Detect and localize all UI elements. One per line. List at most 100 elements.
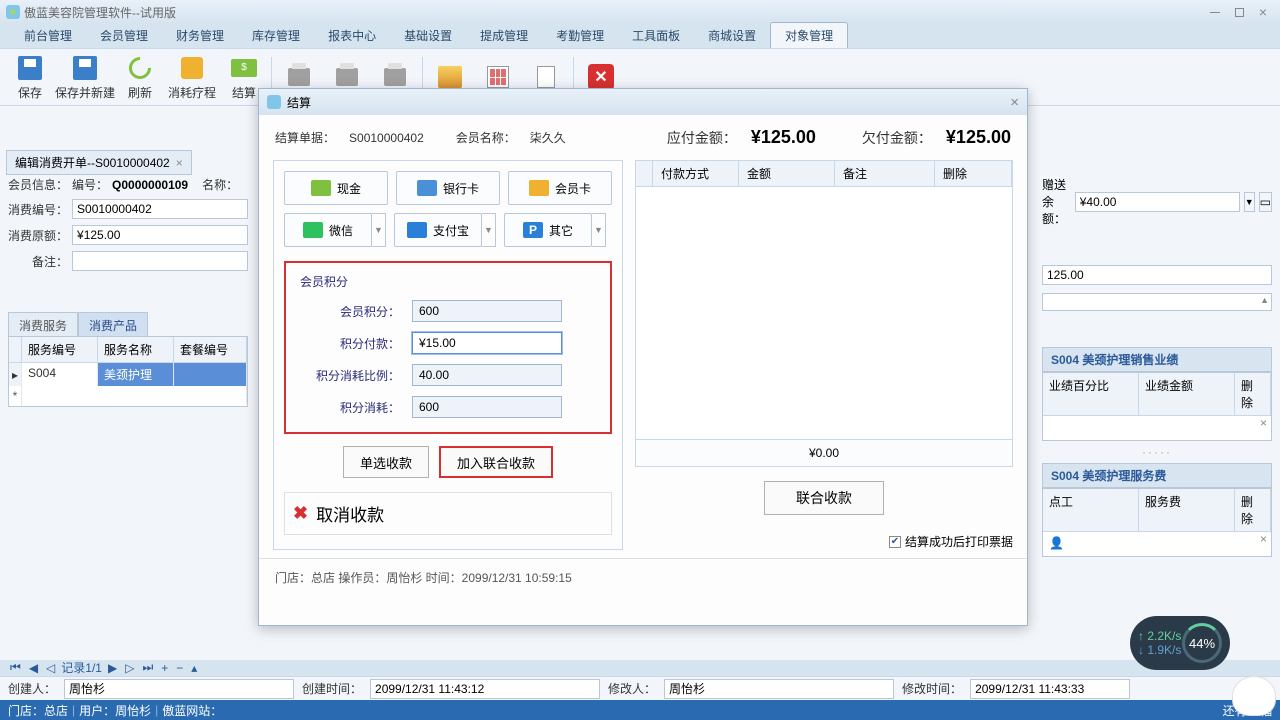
menu-basic[interactable]: 基础设置 bbox=[390, 23, 466, 48]
tool-print-2[interactable] bbox=[323, 63, 371, 91]
single-collect-button[interactable]: 单选收款 bbox=[343, 446, 429, 478]
tool-doc[interactable] bbox=[522, 63, 570, 91]
sales-panel-title: S004 美颈护理销售业绩 bbox=[1042, 347, 1272, 372]
info-bar: 创建人： 创建时间： 修改人： 修改时间： bbox=[0, 676, 1280, 700]
menu-report[interactable]: 报表中心 bbox=[314, 23, 390, 48]
tool-save-new[interactable]: 保存并新建 bbox=[54, 54, 116, 101]
delete-row-icon[interactable]: × bbox=[1260, 416, 1267, 430]
amount-input[interactable] bbox=[72, 225, 248, 245]
tool-print-1[interactable] bbox=[275, 63, 323, 91]
alipay-dropdown-icon[interactable]: ▼ bbox=[482, 213, 496, 247]
minimize-button[interactable] bbox=[1204, 4, 1226, 20]
dialog-header: 结算单据： S0010000402 会员名称： 柒久久 应付金额： ¥125.0… bbox=[259, 115, 1027, 160]
mtime-input[interactable] bbox=[970, 679, 1130, 699]
cancel-collect-button[interactable]: ✖ 取消收款 bbox=[284, 492, 612, 535]
tool-new[interactable] bbox=[426, 63, 474, 91]
points-ratio-input[interactable] bbox=[412, 364, 562, 386]
right-panel: 赠送余额： ▼ ▭ ▲ S004 美颈护理销售业绩 业绩百分比 业绩金额 删除 … bbox=[1042, 176, 1272, 557]
main-menu: 前台管理 会员管理 财务管理 库存管理 报表中心 基础设置 提成管理 考勤管理 … bbox=[0, 24, 1280, 48]
points-balance-input[interactable] bbox=[412, 300, 562, 322]
service-table: 服务编号 服务名称 套餐编号 ▸ S004 美颈护理 * bbox=[8, 336, 248, 407]
ctime-input[interactable] bbox=[370, 679, 600, 699]
dropdown-icon[interactable]: ▼ bbox=[1244, 192, 1255, 212]
menu-stock[interactable]: 库存管理 bbox=[238, 23, 314, 48]
menu-finance[interactable]: 财务管理 bbox=[162, 23, 238, 48]
points-consume-input[interactable] bbox=[412, 396, 562, 418]
menu-commission[interactable]: 提成管理 bbox=[466, 23, 542, 48]
delete-row-icon[interactable]: × bbox=[1260, 532, 1267, 546]
points-pay-input[interactable] bbox=[412, 332, 562, 354]
document-tab-label: 编辑消费开单--S0010000402 bbox=[15, 154, 170, 171]
table-row[interactable]: ▸ S004 美颈护理 bbox=[9, 363, 247, 386]
nav-edit-icon[interactable]: ▴ bbox=[189, 661, 199, 675]
wechat-dropdown-icon[interactable]: ▼ bbox=[372, 213, 386, 247]
add-combo-collect-button[interactable]: 加入联合收款 bbox=[439, 446, 553, 478]
menu-member[interactable]: 会员管理 bbox=[86, 23, 162, 48]
nav-first-icon[interactable]: ⏮ bbox=[8, 660, 23, 675]
nav-del-icon[interactable]: − bbox=[174, 661, 185, 675]
worker-icon[interactable]: 👤 bbox=[1049, 536, 1064, 550]
menu-mall[interactable]: 商城设置 bbox=[694, 23, 770, 48]
sub-tabs: 消费服务 消费产品 bbox=[8, 312, 148, 339]
dialog-footer: 门店：总店 操作员：周怡杉 时间：2099/12/31 10:59:15 bbox=[259, 558, 1027, 596]
fee-table: 点工 服务费 删除 👤 × bbox=[1042, 488, 1272, 557]
nav-last-icon[interactable]: ⏭ bbox=[140, 660, 155, 675]
title-bar: 傲蓝美容院管理软件--试用版 × bbox=[0, 0, 1280, 24]
modifier-input[interactable] bbox=[664, 679, 894, 699]
tool-print-3[interactable] bbox=[371, 63, 419, 91]
speed-widget[interactable]: ↑ 2.2K/s ↓ 1.9K/s 44% bbox=[1130, 616, 1230, 670]
menu-front[interactable]: 前台管理 bbox=[10, 23, 86, 48]
nav-prev-icon[interactable]: ◀ bbox=[27, 661, 40, 675]
remark-input[interactable] bbox=[72, 251, 248, 271]
app-title: 傲蓝美容院管理软件--试用版 bbox=[24, 4, 176, 21]
menu-attendance[interactable]: 考勤管理 bbox=[542, 23, 618, 48]
pay-cash-button[interactable]: 现金 bbox=[284, 171, 388, 205]
mascot-icon[interactable] bbox=[1232, 676, 1276, 716]
dlg-member: 柒久久 bbox=[530, 129, 566, 146]
speed-ring-icon: 44% bbox=[1182, 623, 1222, 663]
menu-object[interactable]: 对象管理 bbox=[770, 22, 848, 48]
tool-course[interactable]: 消耗疗程 bbox=[164, 54, 220, 101]
fee-panel-title: S004 美颈护理服务费 bbox=[1042, 463, 1272, 488]
dialog-close-button[interactable]: × bbox=[1010, 94, 1019, 111]
pay-wechat-button[interactable]: 微信 bbox=[284, 213, 372, 247]
document-tab[interactable]: 编辑消费开单--S0010000402 × bbox=[6, 150, 192, 175]
gift-balance-input[interactable] bbox=[1075, 192, 1240, 212]
subtab-service[interactable]: 消费服务 bbox=[8, 312, 78, 339]
dlg-owed: ¥125.00 bbox=[946, 127, 1011, 148]
creator-input[interactable] bbox=[64, 679, 294, 699]
bill-no-input[interactable] bbox=[72, 199, 248, 219]
close-window-button[interactable]: × bbox=[1252, 4, 1274, 20]
document-tab-close-icon[interactable]: × bbox=[176, 156, 183, 170]
dialog-title: 结算 bbox=[287, 94, 311, 111]
card-icon[interactable]: ▭ bbox=[1259, 192, 1272, 212]
app-logo-icon bbox=[6, 5, 20, 19]
print-label: 结算成功后打印票据 bbox=[905, 533, 1013, 550]
pay-bank-button[interactable]: 银行卡 bbox=[396, 171, 500, 205]
nav-add-icon[interactable]: + bbox=[159, 661, 170, 675]
tool-refresh[interactable]: 刷新 bbox=[116, 54, 164, 101]
sales-table: 业绩百分比 业绩金额 删除 × bbox=[1042, 372, 1272, 441]
tool-calendar[interactable] bbox=[474, 63, 522, 91]
print-checkbox[interactable]: ✔ bbox=[889, 536, 901, 548]
nav-next2-icon[interactable]: ▷ bbox=[123, 661, 136, 675]
tool-save[interactable]: 保存 bbox=[6, 54, 54, 101]
spinner-up-icon[interactable]: ▲ bbox=[1260, 295, 1269, 305]
tool-close[interactable]: ✕ bbox=[577, 63, 625, 91]
nav-prev2-icon[interactable]: ◁ bbox=[44, 661, 57, 675]
menu-tool[interactable]: 工具面板 bbox=[618, 23, 694, 48]
maximize-button[interactable] bbox=[1228, 4, 1250, 20]
pay-alipay-button[interactable]: 支付宝 bbox=[394, 213, 482, 247]
dialog-right: 付款方式 金额 备注 删除 ¥0.00 联合收款 ✔ 结算成功后打印票据 bbox=[635, 160, 1013, 550]
value-125-input[interactable] bbox=[1042, 265, 1272, 285]
pay-other-button[interactable]: P其它 bbox=[504, 213, 592, 247]
dlg-due: ¥125.00 bbox=[751, 127, 816, 148]
table-row-new[interactable]: * bbox=[9, 386, 247, 406]
other-dropdown-icon[interactable]: ▼ bbox=[592, 213, 606, 247]
subtab-product[interactable]: 消费产品 bbox=[78, 312, 148, 339]
dialog-left: 现金 银行卡 会员卡 微信▼ 支付宝▼ P其它▼ 会员积分 会员积分： 积分付款… bbox=[273, 160, 623, 550]
pay-card-button[interactable]: 会员卡 bbox=[508, 171, 612, 205]
nav-next-icon[interactable]: ▶ bbox=[106, 661, 119, 675]
member-no: Q0000000109 bbox=[112, 178, 188, 192]
combo-collect-button[interactable]: 联合收款 bbox=[764, 481, 884, 515]
